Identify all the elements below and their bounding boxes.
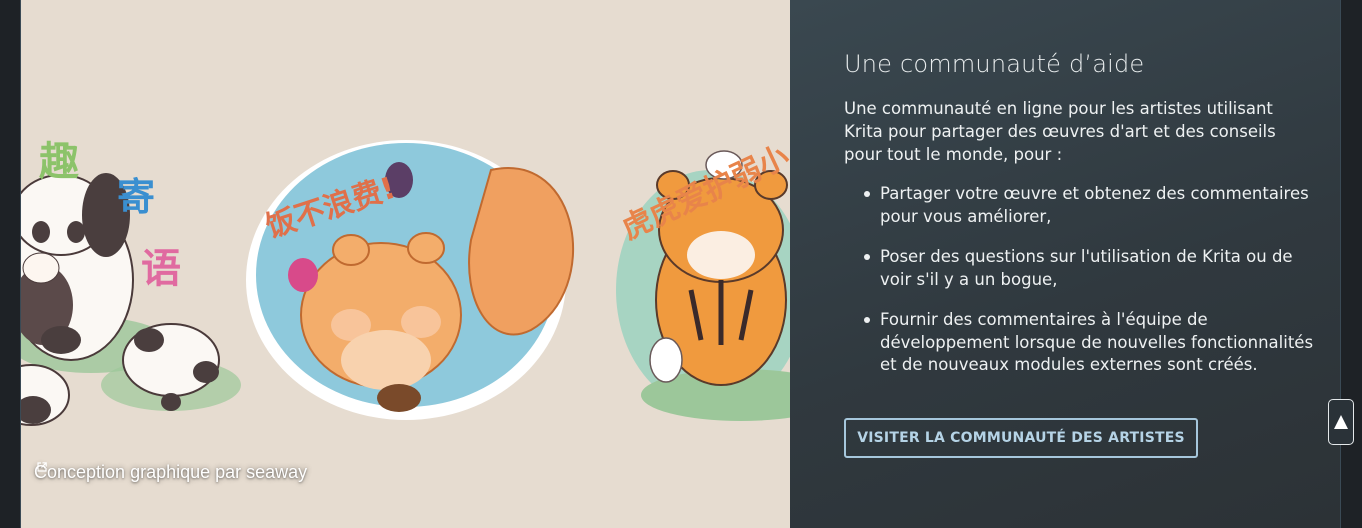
arrow-up-icon <box>1334 415 1348 429</box>
community-description: Une communauté en ligne pour les artiste… <box>844 99 1276 164</box>
list-item: Poser des questions sur l'utilisation de… <box>864 246 1320 291</box>
credit-text: Conception graphique par seaway <box>34 462 308 482</box>
external-link-icon <box>37 462 47 472</box>
sticker-illustration: 趣 寄 语 饭不浪费! 虎虎爱护弱小 <box>21 139 790 426</box>
artwork-banner: 趣 寄 语 饭不浪费! 虎虎爱护弱小 Conception graphique … <box>21 0 790 528</box>
left-page-margin <box>0 0 21 528</box>
community-benefits-list: Partager votre œuvre et obtenez des comm… <box>844 183 1320 395</box>
scroll-to-top-button[interactable] <box>1328 399 1354 445</box>
calligraphy-1: 趣 <box>39 139 79 185</box>
calligraphy-3: 语 <box>141 246 181 292</box>
visit-community-button[interactable]: VISITER LA COMMUNAUTÉ DES ARTISTES <box>844 418 1198 458</box>
community-title: Une communauté d’aide <box>844 50 1145 78</box>
artwork-credit-link[interactable]: Conception graphique par seaway <box>34 462 307 483</box>
list-item: Fournir des commentaires à l'équipe de d… <box>864 309 1320 377</box>
community-info-panel: Une communauté d’aide Une communauté en … <box>790 0 1340 528</box>
calligraphy-2: 寄 <box>117 175 155 219</box>
list-item: Partager votre œuvre et obtenez des comm… <box>864 183 1320 228</box>
right-page-margin <box>1340 0 1362 528</box>
